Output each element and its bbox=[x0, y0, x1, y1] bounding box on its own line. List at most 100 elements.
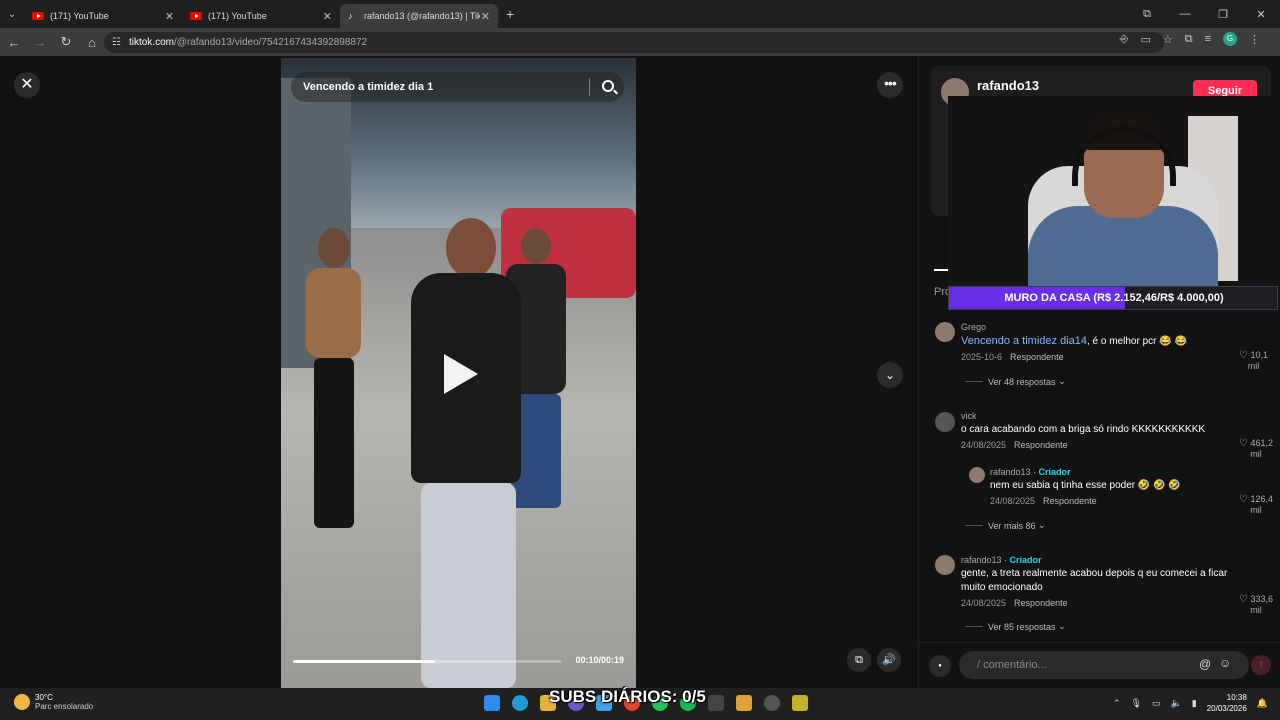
heart-icon[interactable]: ♡ bbox=[1239, 350, 1248, 361]
comment-likes[interactable]: ♡ 10,1 mil bbox=[1239, 350, 1268, 371]
avatar[interactable] bbox=[969, 467, 985, 483]
cast-icon[interactable]: ▭ bbox=[1140, 33, 1150, 46]
site-info-icon[interactable]: ☷ bbox=[112, 37, 121, 48]
close-tab-icon[interactable]: ✕ bbox=[481, 10, 490, 23]
heart-icon[interactable]: ♡ bbox=[1239, 438, 1248, 449]
play-icon[interactable] bbox=[444, 354, 478, 394]
view-more-replies-button[interactable]: Ver mais 86 ⌄ bbox=[965, 520, 1046, 531]
avatar[interactable] bbox=[935, 555, 955, 575]
youtube-icon bbox=[32, 12, 44, 20]
close-window-icon[interactable]: ✕ bbox=[1242, 8, 1280, 21]
app-icon[interactable] bbox=[736, 695, 752, 711]
browser-tab[interactable]: (171) YouTube ✕ bbox=[182, 4, 340, 28]
maximize-icon[interactable]: ❐ bbox=[1204, 8, 1242, 21]
start-icon[interactable] bbox=[484, 695, 500, 711]
home-icon[interactable]: ⌂ bbox=[80, 35, 104, 50]
emoji-icon[interactable]: ☺ bbox=[1219, 656, 1231, 670]
user-avatar[interactable]: ● bbox=[929, 655, 951, 677]
comment-text: o cara acabando com a briga só rindo KKK… bbox=[961, 424, 1206, 435]
reload-icon[interactable]: ↻ bbox=[54, 34, 78, 50]
youtube-icon bbox=[190, 12, 202, 20]
bookmark-star-icon[interactable]: ☆ bbox=[1163, 33, 1173, 46]
like-count-unit: mil bbox=[1250, 449, 1262, 459]
donation-goal-banner: MURO DA CASA (R$ 2.152,46/R$ 4.000,00) bbox=[948, 286, 1278, 310]
translate-icon[interactable]: ⎆ bbox=[1120, 33, 1129, 46]
comment-likes[interactable]: ♡ 126,4 mil bbox=[1239, 494, 1273, 515]
app-icon[interactable] bbox=[708, 695, 724, 711]
comment-meta: 24/08/2025 Respondente bbox=[961, 440, 1241, 450]
divider bbox=[965, 626, 983, 627]
weather-widget[interactable]: 30°C Parc ensolarado bbox=[14, 693, 93, 711]
battery-icon[interactable]: ▮ bbox=[1192, 698, 1197, 709]
comment-text-rest: , é o melhor pcr 😂 😂 bbox=[1086, 336, 1187, 347]
next-video-chevron-down-icon[interactable]: ⌄ bbox=[877, 362, 903, 388]
new-tab-icon[interactable]: + bbox=[506, 6, 514, 22]
notification-icon[interactable]: 🔔 bbox=[1257, 698, 1268, 709]
comment-author-name[interactable]: rafando13 bbox=[961, 555, 1002, 565]
view-replies-label: Ver 85 respostas bbox=[988, 621, 1056, 632]
mention-icon[interactable]: @ bbox=[1199, 657, 1211, 671]
extensions-icon[interactable]: ⧉ bbox=[1185, 33, 1193, 46]
tab-title: (171) YouTube bbox=[208, 11, 267, 21]
reply-button[interactable]: Respondente bbox=[1014, 440, 1068, 450]
edge-icon[interactable] bbox=[512, 695, 528, 711]
send-icon[interactable]: ↑ bbox=[1251, 655, 1271, 675]
comment-author: rafando13 · Criador bbox=[990, 467, 1071, 477]
speaker-icon[interactable]: 🔈 bbox=[1171, 698, 1182, 709]
volume-icon[interactable]: 🔊 bbox=[877, 648, 901, 672]
url-field[interactable]: ☷ tiktok.com/@rafando13/video/7542167434… bbox=[104, 32, 1164, 53]
reply-item: rafando13 · Criador nem eu sabia q tinha… bbox=[990, 467, 1230, 506]
video-player[interactable]: Vencendo a timidez dia 1 00:10/00:19 bbox=[281, 58, 636, 688]
reply-button[interactable]: Respondente bbox=[1014, 598, 1068, 608]
heart-icon[interactable]: ♡ bbox=[1239, 494, 1248, 505]
comment-date: 24/08/2025 bbox=[990, 496, 1036, 506]
search-icon[interactable] bbox=[602, 80, 614, 92]
profile-avatar[interactable]: G bbox=[1223, 32, 1237, 46]
creator-username[interactable]: rafando13 bbox=[977, 78, 1039, 93]
clock-date: 20/03/2026 bbox=[1206, 704, 1247, 713]
weather-desc: Parc ensolarado bbox=[35, 702, 94, 711]
floating-player-icon[interactable]: ⧉ bbox=[847, 648, 871, 672]
media-controls-icon[interactable]: ≡ bbox=[1205, 33, 1211, 45]
reply-button[interactable]: Respondente bbox=[1043, 496, 1097, 506]
close-tab-icon[interactable]: ✕ bbox=[323, 10, 332, 23]
back-icon[interactable]: ← bbox=[2, 35, 26, 50]
comment-author[interactable]: vick bbox=[961, 411, 1241, 421]
comment-author-name[interactable]: rafando13 bbox=[990, 467, 1031, 477]
reply-button[interactable]: Respondente bbox=[1010, 352, 1064, 362]
more-options-button[interactable]: ••• bbox=[877, 72, 903, 98]
close-video-button[interactable]: ✕ bbox=[14, 72, 40, 98]
like-count-unit: mil bbox=[1250, 505, 1262, 515]
view-replies-button[interactable]: Ver 85 respostas ⌄ bbox=[965, 621, 1066, 632]
video-search-bar[interactable]: Vencendo a timidez dia 1 bbox=[291, 72, 624, 102]
tab-list-icon[interactable]: ⧉ bbox=[1128, 8, 1166, 21]
comment-author[interactable]: Grego bbox=[961, 322, 1231, 332]
view-replies-label: Ver mais 86 bbox=[988, 520, 1036, 531]
comment-likes[interactable]: ♡ 461,2 mil bbox=[1239, 438, 1273, 459]
obs-icon[interactable] bbox=[764, 695, 780, 711]
clock[interactable]: 10:38 20/03/2026 bbox=[1207, 692, 1247, 714]
view-replies-button[interactable]: Ver 48 respostas ⌄ bbox=[965, 376, 1066, 387]
tab-search-chevron-icon[interactable]: ⌄ bbox=[0, 0, 24, 28]
close-tab-icon[interactable]: ✕ bbox=[165, 10, 174, 23]
microphone-icon[interactable]: 🎙 bbox=[1131, 698, 1142, 709]
browser-tab-active[interactable]: ♪ rafando13 (@rafando13) | TikTo ✕ bbox=[340, 4, 498, 28]
heart-icon[interactable]: ♡ bbox=[1239, 594, 1248, 605]
comment-likes[interactable]: ♡ 333,6 mil bbox=[1239, 594, 1273, 615]
avatar[interactable] bbox=[935, 322, 955, 342]
browser-menu-icon[interactable]: ⋮ bbox=[1249, 33, 1260, 46]
avatar[interactable] bbox=[935, 412, 955, 432]
video-progress-bar[interactable] bbox=[293, 660, 561, 663]
like-count: 333,6 bbox=[1250, 594, 1274, 604]
browser-tab[interactable]: (171) YouTube ✕ bbox=[24, 4, 182, 28]
like-count-unit: mil bbox=[1247, 361, 1260, 371]
url-host: tiktok.com bbox=[128, 37, 174, 48]
forward-icon[interactable]: → bbox=[28, 35, 52, 50]
comment-item: vick o cara acabando com a briga só rind… bbox=[961, 411, 1241, 450]
chevron-up-icon[interactable]: ⌃ bbox=[1113, 698, 1121, 709]
minimize-icon[interactable]: — bbox=[1166, 8, 1204, 20]
network-icon[interactable]: ▭ bbox=[1152, 698, 1161, 709]
app-icon[interactable] bbox=[792, 695, 808, 711]
weather-icon bbox=[14, 694, 30, 710]
comment-hashtag-link[interactable]: Vencendo a timidez dia14 bbox=[961, 335, 1087, 347]
